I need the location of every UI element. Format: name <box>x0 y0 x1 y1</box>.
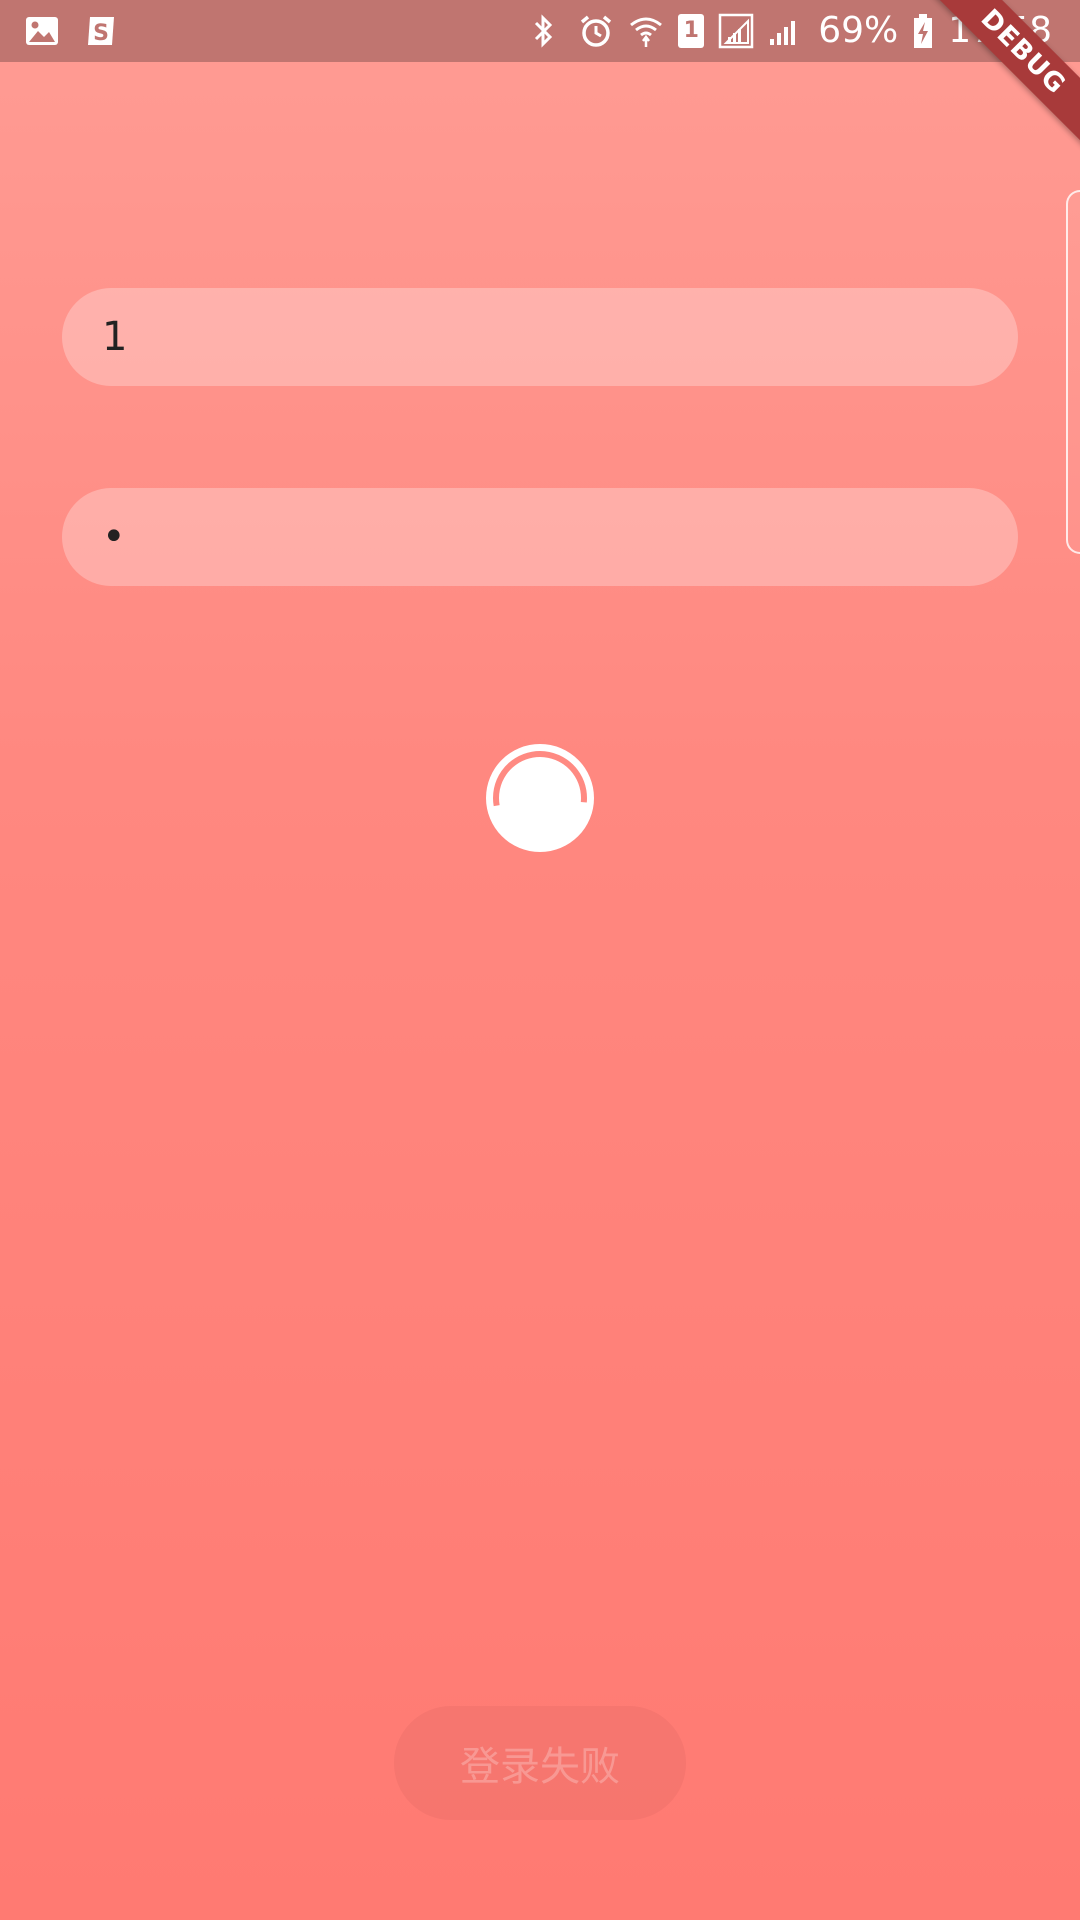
wifi-icon <box>628 13 664 49</box>
password-input[interactable]: • <box>62 488 1018 586</box>
login-button-label: 登录失败 <box>460 1744 620 1790</box>
bluetooth-icon <box>528 13 564 49</box>
signal-icon <box>718 13 754 49</box>
status-bar-left: S <box>24 13 120 49</box>
password-value: • <box>102 514 132 560</box>
signal-icon <box>768 13 804 49</box>
username-value: 1 <box>102 314 128 360</box>
battery-icon <box>912 13 934 49</box>
login-screen: S 1 69% DEBUG 1 • 登录失败 <box>0 0 1080 1920</box>
battery-percent: 69% <box>818 10 899 51</box>
image-icon <box>24 13 60 49</box>
sim-icon: 1 <box>678 14 705 48</box>
sogou-icon: S <box>84 13 120 49</box>
status-bar: S 1 69% <box>0 0 1080 62</box>
loading-spinner <box>484 742 596 854</box>
edge-panel-handle[interactable] <box>1066 190 1080 554</box>
username-input[interactable]: 1 <box>62 288 1018 386</box>
login-button[interactable]: 登录失败 <box>394 1706 686 1820</box>
svg-text:S: S <box>93 21 109 46</box>
alarm-icon <box>578 13 614 49</box>
